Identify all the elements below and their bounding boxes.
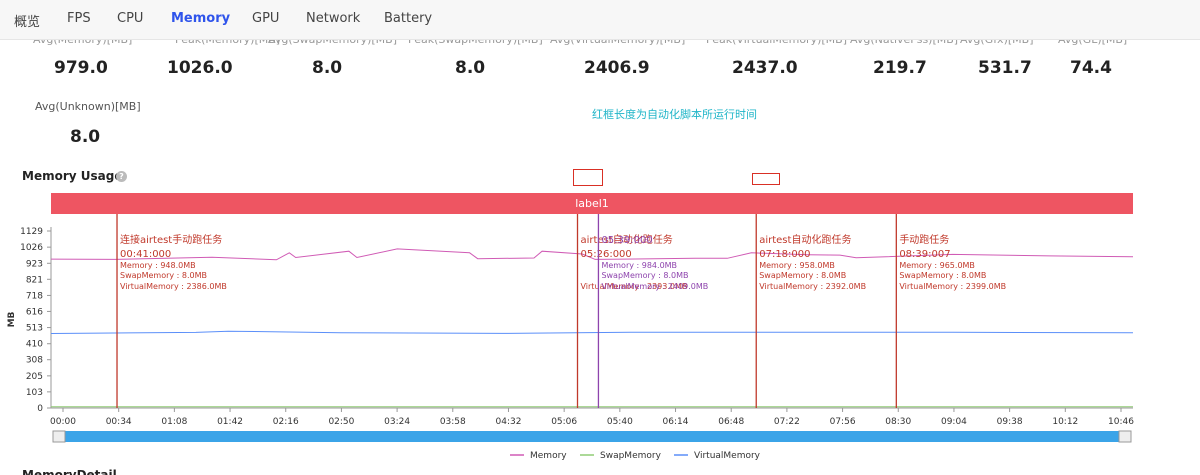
x-tick-label: 03:58 [440,417,466,427]
stat-value-unknown: 8.0 [70,127,101,147]
stat-label-avg-virtual: Avg(VirtualMemory)[MB] [550,40,685,46]
x-tick-label: 03:24 [384,417,410,427]
marker-title: 05:39:000 [601,235,652,246]
y-axis-label: MB [7,311,17,327]
stat-label-unknown: Avg(Unknown)[MB] [35,100,141,113]
y-tick-label: 1129 [20,227,43,237]
zoom-handle-right[interactable] [1118,430,1132,443]
legend-label-swapmemory: SwapMemory [600,451,662,461]
x-tick-label: 01:42 [217,417,243,427]
y-tick-label: 616 [26,307,43,317]
x-tick-label: 10:46 [1108,417,1134,427]
marker-memory: Memory : 984.0MB [601,261,677,270]
marker-swap: SwapMemory : 8.0MB [120,271,207,280]
stat-label-peak-memory: Peak(Memory)[MB] [175,40,280,46]
x-tick-label: 06:48 [718,417,744,427]
annotation-note: 红框长度为自动化脚本所运行时间 [592,108,757,121]
marker-swap: SwapMemory : 8.0MB [899,271,986,280]
tab-memory[interactable]: Memory [171,11,230,26]
stat-value-avg-memory: 979.0 [54,58,108,78]
tab-gpu[interactable]: GPU [252,11,279,26]
help-icon[interactable]: ? [116,171,127,182]
legend-label-memory: Memory [530,451,567,461]
marker-time: 07:18:000 [759,249,810,260]
marker-time: 05:26:000 [581,249,632,260]
x-tick-label: 06:14 [663,417,689,427]
legend-label-virtualmemory: VirtualMemory [694,451,761,461]
tab-network[interactable]: Network [306,11,360,26]
zoom-handle-left[interactable] [52,430,66,443]
stat-label-peak-virtual: Peak(VirtualMemory)[MB] [706,40,847,46]
marker-virtual: VirtualMemory : 2409.0MB [601,282,708,291]
stat-value-peak-virtual: 2437.0 [732,58,798,78]
y-tick-label: 0 [37,404,43,414]
stat-label-avg-swap: Avg(SwapMemory)[MB] [268,40,397,46]
x-tick-label: 04:32 [496,417,522,427]
x-tick-label: 01:08 [161,417,187,427]
x-tick-label: 07:56 [830,417,856,427]
x-tick-label: 00:34 [106,417,132,427]
marker-title: 手动跑任务 [899,233,949,246]
marker-memory: Memory : 948.0MB [120,261,196,270]
y-tick-label: 513 [26,324,43,334]
label-bar: label1 [51,193,1133,214]
series-line-virtualmemory [50,330,1134,334]
y-tick-label: 410 [26,340,43,350]
marker-memory: Memory : 965.0MB [899,261,975,270]
section-title-memory-detail: MemoryDetail [22,468,117,475]
marker-title: airtest自动化跑任务 [759,233,851,246]
marker-time: 00:41:000 [120,249,171,260]
stat-value-peak-swap: 8.0 [455,58,486,78]
x-tick-label: 08:30 [885,417,911,427]
y-tick-label: 308 [26,356,43,366]
section-title-memory-usage: Memory Usage [22,169,123,183]
x-tick-label: 07:22 [774,417,800,427]
memory-usage-chart: 0 103 205 308 410 513 616 718 821 923 1026 1129 MB 00… [7,214,1134,461]
stat-label-peak-swap: Peak(SwapMemory)[MB] [408,40,543,46]
stat-label-native: Avg(NativePss)[MB] [850,40,958,46]
x-tick-label: 10:12 [1052,417,1078,427]
tab-battery[interactable]: Battery [384,11,432,26]
y-tick-label: 1026 [20,243,43,253]
marker-swap: SwapMemory : 8.0MB [759,271,846,280]
stat-label-gl: Avg(GL)[MB] [1058,40,1127,46]
stat-value-avg-swap: 8.0 [312,58,343,78]
x-tick-label: 09:04 [941,417,967,427]
stat-label-avg-memory: Avg(Memory)[MB] [33,40,132,46]
stat-value-native: 219.7 [873,58,927,78]
marker-memory: Memory : 958.0MB [759,261,835,270]
marker-time: 08:39:007 [899,249,950,260]
y-tick-label: 923 [26,259,43,269]
marker-virtual: VirtualMemory : 2399.0MB [899,282,1006,291]
stat-value-gfx: 531.7 [978,58,1032,78]
tab-fps[interactable]: FPS [67,11,91,26]
top-nav: 概览 FPS CPU Memory GPU Network Battery [0,0,1200,40]
stat-label-gfx: Avg(Gfx)[MB] [960,40,1033,46]
y-tick-label: 718 [26,291,43,301]
stat-value-gl: 74.4 [1070,58,1112,78]
x-tick-label: 02:50 [328,417,354,427]
tab-overview[interactable]: 概览 [14,11,40,30]
x-tick-label: 02:16 [273,417,299,427]
marker-title: 连接airtest手动跑任务 [120,233,222,246]
y-tick-label: 205 [26,372,43,382]
marker-swap: SwapMemory : 8.0MB [601,271,688,280]
marker-virtual: VirtualMemory : 2386.0MB [120,282,227,291]
stat-value-peak-memory: 1026.0 [167,58,233,78]
marker-virtual: VirtualMemory : 2392.0MB [759,282,866,291]
x-tick-label: 05:06 [551,417,577,427]
y-tick-label: 821 [26,275,43,285]
stat-value-avg-virtual: 2406.9 [584,58,650,78]
highlight-box [752,173,780,185]
highlight-box [573,169,603,186]
y-tick-label: 103 [26,388,43,398]
x-tick-label: 05:40 [607,417,633,427]
zoom-slider[interactable] [53,431,1131,442]
x-tick-label: 00:00 [50,417,76,427]
tab-cpu[interactable]: CPU [117,11,143,26]
x-tick-label: 09:38 [997,417,1023,427]
